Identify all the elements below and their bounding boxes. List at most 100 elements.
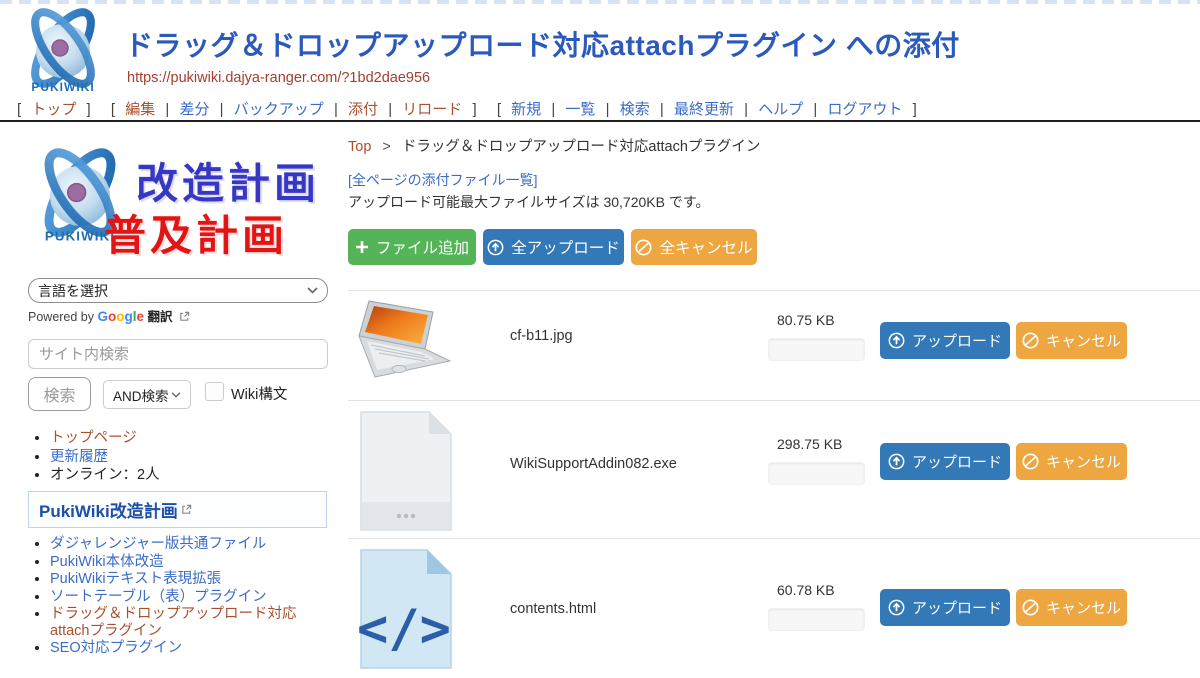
upload-label: アップロード — [912, 330, 1002, 351]
upload-all-label: 全アップロード — [511, 236, 620, 258]
add-file-label: ファイル追加 — [376, 236, 469, 258]
search-button[interactable]: 検索 — [28, 377, 91, 411]
cancel-label: キャンセル — [1046, 330, 1121, 351]
list-item: オンライン：2人 — [50, 467, 330, 485]
file-row: </> contents.html 60.78 KB アップロード キャンセル — [348, 538, 1200, 678]
nav-link-logout[interactable]: ログアウト — [827, 101, 902, 118]
file-row: WikiSupportAddin082.exe 298.75 KB アップロード… — [348, 400, 1200, 538]
upload-circle-icon — [888, 599, 905, 616]
google-logo: G — [98, 309, 109, 324]
sidebar-link-common-files[interactable]: ダジャレンジャー版共通ファイル — [50, 536, 266, 552]
sidebar-link-seo-plugin[interactable]: SEO対応プラグイン — [50, 640, 182, 656]
nav-bracket: [ — [17, 101, 21, 118]
top-navigation: [ トップ ] [ 編集 | 差分 | バックアップ | 添付 | リロード ]… — [14, 98, 920, 119]
external-link-icon — [179, 311, 190, 322]
sidebar-link-toppage[interactable]: トップページ — [50, 430, 137, 446]
upload-circle-icon — [888, 453, 905, 470]
sidebar-link-sort-table[interactable]: ソートテーブル（表）プラグイン — [50, 589, 267, 605]
nav-pipe: | — [220, 101, 224, 118]
upload-file-button[interactable]: アップロード — [880, 589, 1010, 626]
upload-file-button[interactable]: アップロード — [880, 322, 1010, 359]
search-mode-select[interactable]: AND検索 — [103, 380, 191, 409]
page-url-link[interactable]: https://pukiwiki.dajya-ranger.com/?1bd2d… — [127, 70, 430, 86]
upload-progress-bar — [768, 338, 865, 361]
chevron-down-icon — [171, 392, 181, 398]
nav-link-help[interactable]: ヘルプ — [758, 101, 803, 118]
breadcrumb: Top > ドラッグ＆ドロップアップロード対応attachプラグイン — [348, 135, 760, 156]
nav-link-top[interactable]: トップ — [31, 101, 76, 118]
cancel-circle-icon — [1022, 599, 1039, 616]
sidebar-top-links: トップページ 更新履歴 オンライン：2人 — [32, 430, 330, 486]
wiki-syntax-checkbox[interactable] — [205, 382, 224, 401]
list-item: PukiWikiテキスト表現拡張 — [50, 571, 330, 588]
sidebar-link-history[interactable]: 更新履歴 — [50, 449, 108, 465]
google-logo: e — [137, 309, 145, 324]
nav-link-reload[interactable]: リロード — [402, 101, 462, 118]
nav-bracket: ] — [913, 101, 917, 118]
nav-link-search[interactable]: 検索 — [620, 101, 650, 118]
chevron-down-icon — [307, 287, 318, 294]
nav-pipe: | — [660, 101, 664, 118]
nav-pipe: | — [606, 101, 610, 118]
cancel-label: キャンセル — [1046, 451, 1121, 472]
language-select[interactable]: 言語を選択 — [28, 278, 328, 303]
cancel-file-button[interactable]: キャンセル — [1016, 322, 1127, 359]
upload-circle-icon — [888, 332, 905, 349]
list-item: トップページ — [50, 430, 330, 448]
nav-link-backup[interactable]: バックアップ — [234, 101, 324, 118]
svg-text:</>: </> — [357, 599, 451, 659]
max-upload-size-text: アップロード可能最大ファイルサイズは 30,720KB です。 — [348, 192, 709, 212]
breadcrumb-current: ドラッグ＆ドロップアップロード対応attachプラグイン — [402, 139, 761, 155]
language-select-value: 言語を選択 — [38, 281, 108, 301]
nav-bracket: ] — [472, 101, 476, 118]
svg-text:PUKIWIKI: PUKIWIKI — [31, 80, 94, 94]
sidebar-link-text-ext[interactable]: PukiWikiテキスト表現拡張 — [50, 571, 221, 587]
file-name: cf-b11.jpg — [510, 328, 573, 344]
project-box-link[interactable]: PukiWiki改造計画 — [39, 497, 178, 522]
sidebar-link-dnd-attach[interactable]: ドラッグ＆ドロップアップロード対応attachプラグイン — [50, 606, 297, 639]
upload-label: アップロード — [912, 597, 1002, 618]
upload-progress-bar — [768, 608, 865, 631]
upload-circle-icon — [487, 239, 504, 256]
nav-pipe: | — [388, 101, 392, 118]
cancel-file-button[interactable]: キャンセル — [1016, 589, 1127, 626]
nav-link-diff[interactable]: 差分 — [179, 101, 209, 118]
nav-bracket: [ — [111, 101, 115, 118]
laptop-photo-thumbnail — [355, 299, 455, 386]
add-file-button[interactable]: ファイル追加 — [348, 229, 476, 265]
nav-pipe: | — [813, 101, 817, 118]
pukiwiki-logo[interactable]: PUKIWIKI — [18, 6, 108, 103]
nav-link-list[interactable]: 一覧 — [565, 101, 595, 118]
google-logo: o — [116, 309, 124, 324]
generic-file-icon — [355, 408, 455, 539]
page-title: ドラッグ＆ドロップアップロード対応attachプラグイン への添付 — [125, 24, 960, 64]
cancel-file-button[interactable]: キャンセル — [1016, 443, 1127, 480]
upload-all-button[interactable]: 全アップロード — [483, 229, 624, 265]
all-pages-attach-list-link[interactable]: [全ページの添付ファイル一覧] — [348, 170, 538, 190]
breadcrumb-separator: > — [382, 139, 390, 155]
nav-link-new[interactable]: 新規 — [511, 101, 541, 118]
file-size: 298.75 KB — [777, 436, 842, 452]
nav-link-edit[interactable]: 編集 — [125, 101, 155, 118]
nav-pipe: | — [334, 101, 338, 118]
powered-by-text: Powered by — [28, 310, 94, 324]
site-search-input[interactable] — [28, 339, 328, 369]
breadcrumb-home-link[interactable]: Top — [348, 139, 371, 155]
project-box[interactable]: PukiWiki改造計画 — [28, 491, 327, 528]
sidebar-link-core-mod[interactable]: PukiWiki本体改造 — [50, 554, 164, 570]
online-count: オンライン：2人 — [50, 467, 160, 483]
upload-file-button[interactable]: アップロード — [880, 443, 1010, 480]
file-row: cf-b11.jpg 80.75 KB アップロード キャンセル — [348, 290, 1200, 400]
upload-progress-bar — [768, 462, 865, 485]
file-size: 80.75 KB — [777, 312, 835, 328]
cancel-all-button[interactable]: 全キャンセル — [631, 229, 757, 265]
page-top-dashed-border — [0, 0, 1200, 4]
list-item: PukiWiki本体改造 — [50, 554, 330, 571]
nav-link-attach[interactable]: 添付 — [348, 101, 378, 118]
html-file-icon: </> — [355, 546, 455, 677]
translate-link[interactable]: 翻訳 — [148, 310, 173, 324]
list-item: ソートテーブル（表）プラグイン — [50, 589, 330, 606]
nav-link-recent[interactable]: 最終更新 — [674, 101, 734, 118]
list-item: ダジャレンジャー版共通ファイル — [50, 536, 330, 553]
cancel-circle-icon — [1022, 332, 1039, 349]
